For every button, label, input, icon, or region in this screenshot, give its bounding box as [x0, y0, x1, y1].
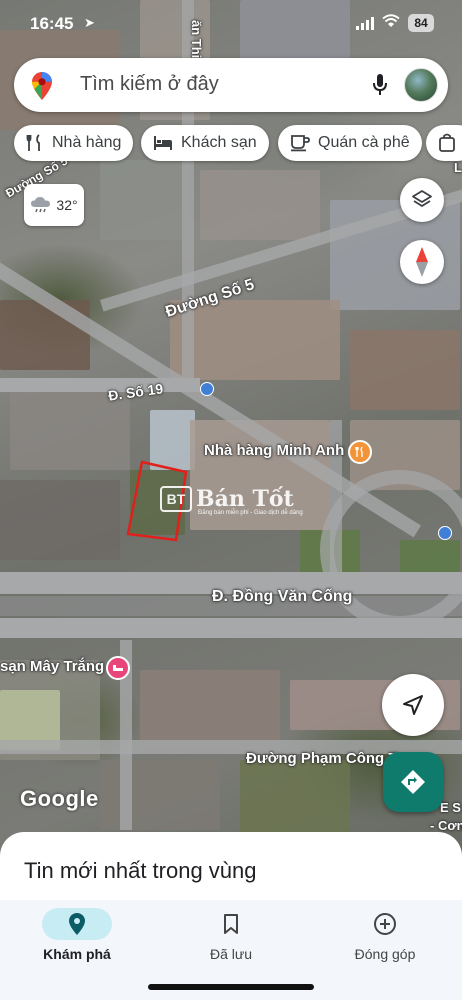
restaurant-icon: [26, 134, 40, 151]
profile-avatar[interactable]: [404, 68, 438, 102]
weather-temp: 32°: [56, 197, 78, 213]
google-logo: Google: [20, 786, 99, 811]
compass-icon: [416, 247, 428, 277]
directions-button[interactable]: [383, 752, 443, 812]
bantot-logo: BT: [160, 486, 192, 512]
layers-button[interactable]: [400, 178, 444, 222]
search-bar[interactable]: Tìm kiếm ở đây: [14, 58, 448, 112]
status-bar: 16:45 ➤ 84: [0, 0, 462, 48]
street-label: L: [454, 160, 462, 175]
shopping-bag-icon: [439, 133, 455, 152]
cell-signal-icon: [356, 17, 374, 30]
microphone-icon[interactable]: [372, 73, 388, 97]
explore-pin-icon: [42, 908, 112, 940]
bookmark-icon: [196, 908, 266, 940]
chip-coffee[interactable]: Quán cà phê: [278, 125, 422, 161]
directions-icon: [401, 770, 425, 794]
hotel-icon: [154, 136, 172, 150]
cloud-rain-icon: [31, 197, 51, 213]
add-circle-icon: [350, 908, 420, 940]
google-maps-pin-icon: [32, 72, 52, 100]
nav-label: Khám phá: [43, 946, 111, 962]
nav-label: Đã lưu: [209, 946, 253, 962]
bantot-tagline: Đăng bán miễn phí - Giao dịch dễ dàng: [198, 510, 303, 516]
home-indicator[interactable]: [148, 984, 314, 990]
layers-icon: [412, 190, 432, 207]
my-location-button[interactable]: [382, 674, 444, 736]
chip-shopping[interactable]: [426, 125, 462, 161]
sheet-title: Tin mới nhất trong vùng: [24, 858, 257, 883]
coffee-icon: [291, 135, 310, 152]
location-arrow-icon: ➤: [84, 15, 95, 30]
search-placeholder[interactable]: Tìm kiếm ở đây: [80, 73, 219, 96]
street-label: Đường Phạm Công Tr: [246, 750, 403, 767]
weather-widget[interactable]: 32°: [24, 184, 84, 226]
wifi-icon: [382, 14, 400, 27]
bus-stop-icon[interactable]: [438, 526, 452, 540]
navigation-arrow-icon: [403, 695, 423, 715]
street-label: Đ. Đồng Văn Cống: [212, 588, 353, 605]
street-label: - Cơn: [430, 818, 462, 833]
bus-stop-icon[interactable]: [200, 382, 214, 396]
restaurant-pin-icon[interactable]: [348, 440, 372, 464]
nav-explore[interactable]: Khám phá: [0, 900, 154, 1000]
nav-contribute[interactable]: Đóng góp: [308, 900, 462, 1000]
status-time: 16:45: [30, 14, 74, 33]
hotel-pin-icon[interactable]: [106, 656, 130, 680]
chip-restaurants[interactable]: Nhà hàng: [14, 125, 134, 161]
battery-indicator: 84: [408, 14, 434, 32]
chip-label: Quán cà phê: [318, 134, 410, 151]
bantot-watermark: BT Bán Tốt Đăng bán miễn phí - Giao dịch…: [160, 486, 303, 516]
chip-hotels[interactable]: Khách sạn: [141, 125, 269, 161]
poi-hotel-label[interactable]: sạn Mây Trắng: [0, 658, 104, 675]
chip-label: Nhà hàng: [52, 134, 122, 151]
compass-button[interactable]: [400, 240, 444, 284]
street-label: E S: [440, 800, 461, 815]
poi-restaurant-label[interactable]: Nhà hàng Minh Anh: [204, 442, 344, 459]
bantot-name: Bán Tốt: [196, 486, 294, 512]
nav-label: Đóng góp: [354, 946, 416, 962]
chip-label: Khách sạn: [181, 134, 257, 151]
